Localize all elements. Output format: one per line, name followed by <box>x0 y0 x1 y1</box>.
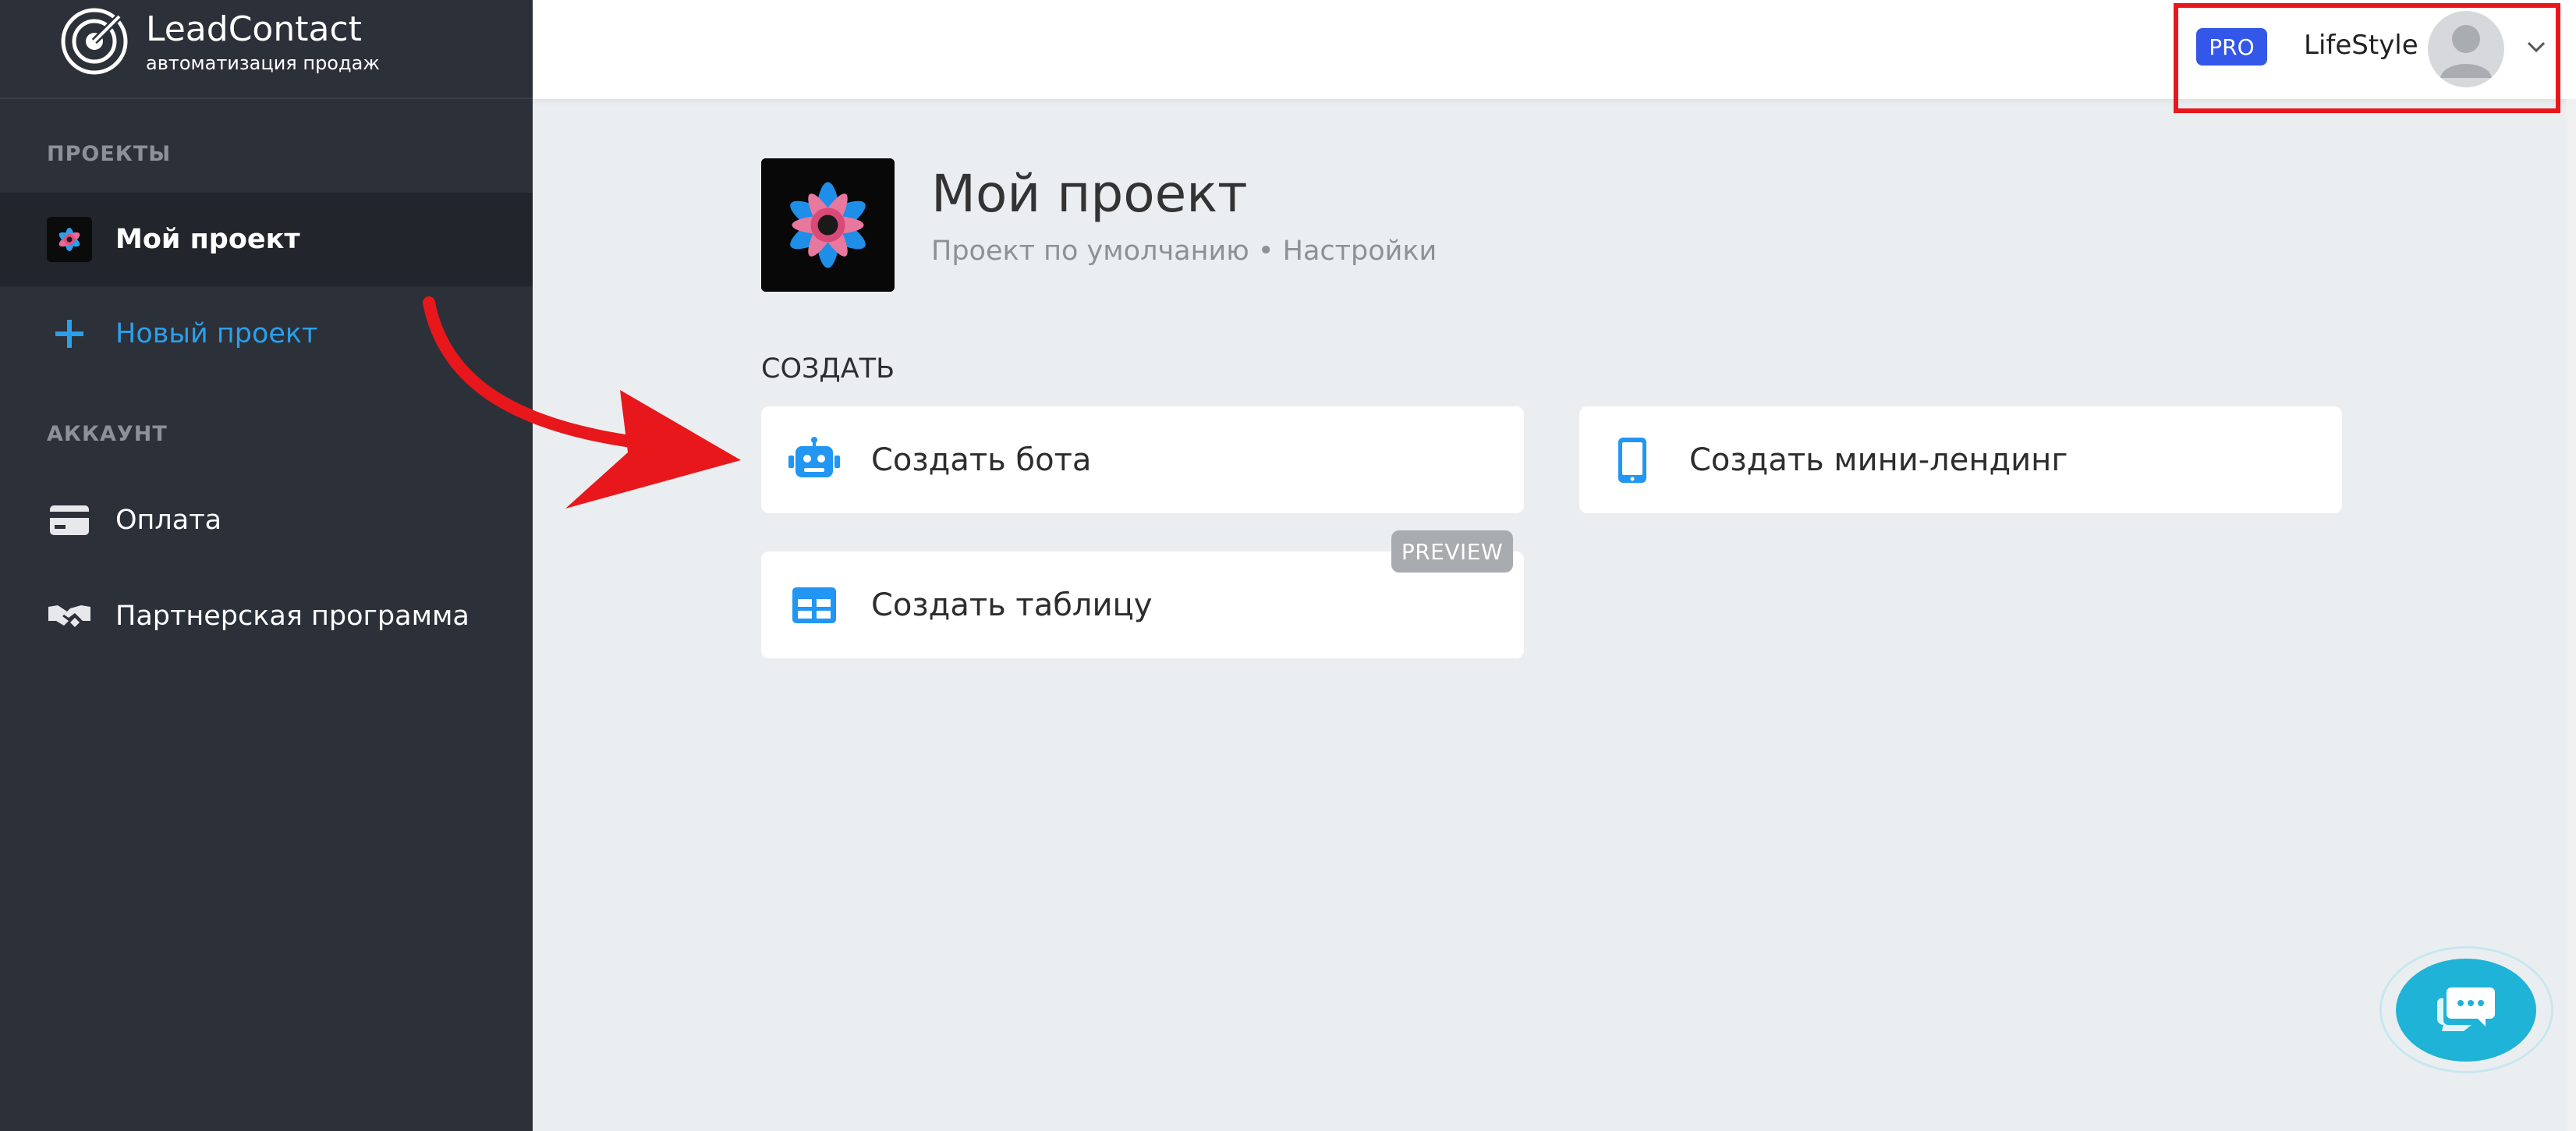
sidebar-item-label: Оплата <box>115 505 222 536</box>
scrollbar[interactable] <box>2566 99 2576 1131</box>
project-flower-icon <box>761 158 895 292</box>
preview-badge: PREVIEW <box>1391 530 1513 573</box>
smartphone-icon <box>1605 433 1660 488</box>
card-label: Создать мини-лендинг <box>1689 441 2068 478</box>
create-mini-landing-button[interactable]: Создать мини-лендинг <box>1579 406 2342 513</box>
chevron-down-icon[interactable] <box>2524 34 2549 59</box>
logo-mark-icon <box>61 8 128 75</box>
account-heading: АККАУНТ <box>47 422 168 446</box>
sidebar-item-label: Партнерская программа <box>115 601 469 632</box>
sidebar-item-new-project[interactable]: Новый проект <box>0 287 533 381</box>
robot-icon <box>787 433 842 488</box>
sidebar-item-partner-program[interactable]: Партнерская программа <box>0 569 533 663</box>
project-default-label: Проект по умолчанию <box>931 236 1249 267</box>
project-logo <box>761 158 895 292</box>
sidebar-item-label: Новый проект <box>115 318 318 349</box>
create-bot-button[interactable]: Создать бота <box>761 406 1524 513</box>
project-subtitle: Проект по умолчанию • Настройки <box>931 236 1437 267</box>
sidebar-item-payment[interactable]: Оплата <box>0 473 533 567</box>
sidebar: LeadContact автоматизация продаж ПРОЕКТЫ… <box>0 0 533 1131</box>
user-avatar-icon[interactable] <box>2428 11 2504 87</box>
projects-heading: ПРОЕКТЫ <box>47 142 172 166</box>
user-name[interactable]: LifeStyle <box>2304 30 2418 61</box>
brand-logo[interactable]: LeadContact автоматизация продаж <box>0 0 533 99</box>
table-icon <box>787 578 842 633</box>
project-flower-icon <box>47 217 92 262</box>
sidebar-item-label: Мой проект <box>115 224 300 255</box>
sidebar-item-my-project[interactable]: Мой проект <box>0 193 533 286</box>
plus-icon <box>47 311 92 356</box>
handshake-icon <box>47 594 92 639</box>
card-label: Создать таблицу <box>871 587 1153 623</box>
page-title: Мой проект <box>931 164 1248 224</box>
settings-link[interactable]: Настройки <box>1283 236 1437 267</box>
chat-bubbles-icon <box>2436 987 2495 1031</box>
card-label: Создать бота <box>871 441 1092 478</box>
brand-name: LeadContact <box>146 9 362 49</box>
credit-card-icon <box>47 498 92 543</box>
subtitle-separator: • <box>1257 236 1274 267</box>
brand-tagline: автоматизация продаж <box>146 52 380 74</box>
plan-badge: PRO <box>2196 28 2267 66</box>
create-heading: СОЗДАТЬ <box>761 353 895 385</box>
chat-widget-button[interactable] <box>2396 959 2536 1062</box>
